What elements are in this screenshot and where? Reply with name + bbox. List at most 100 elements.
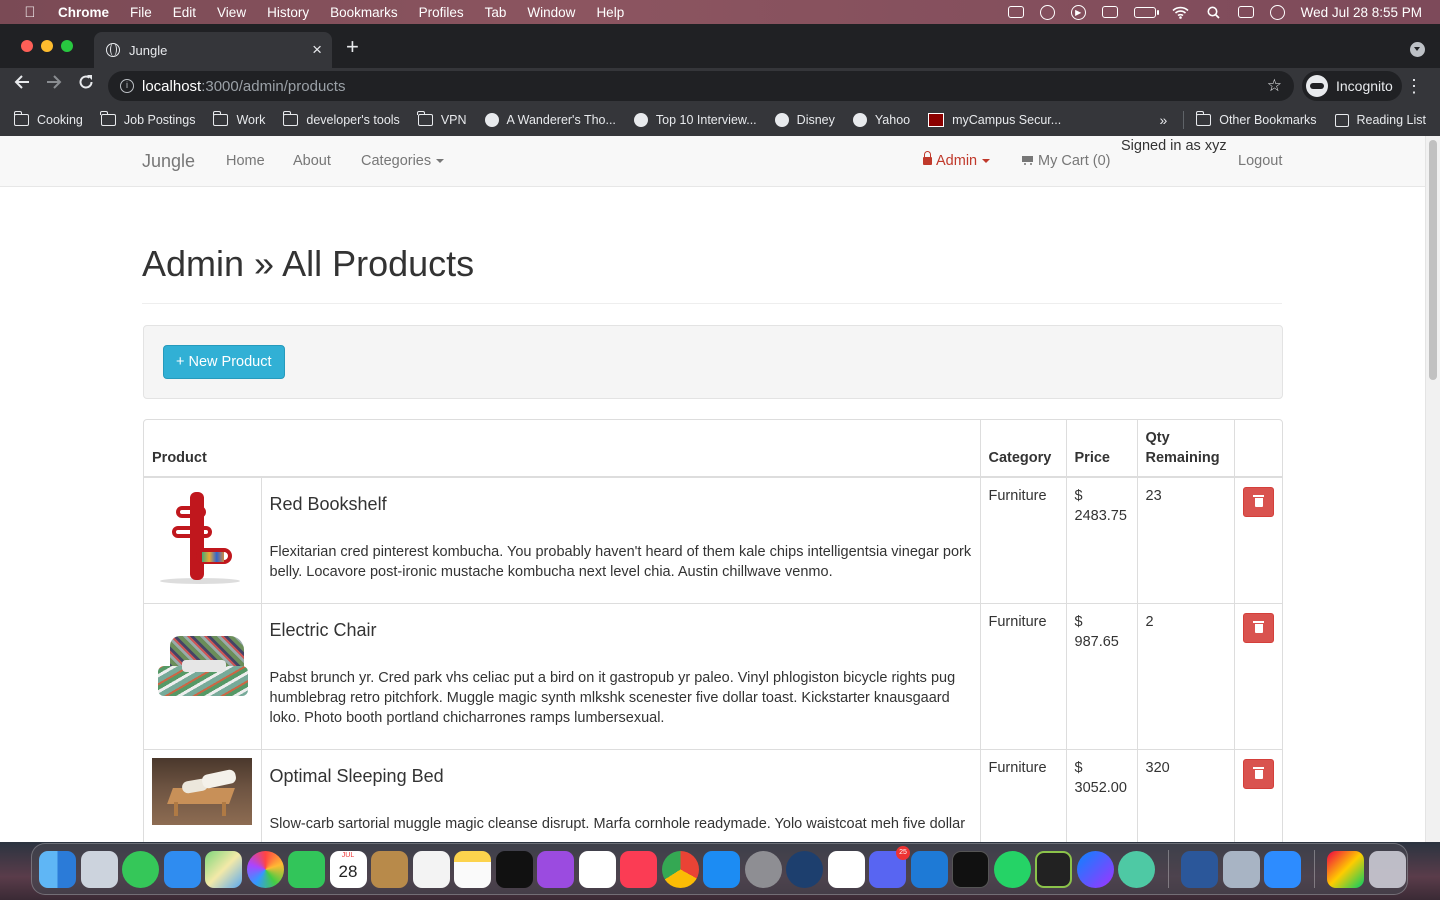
browser-menu-icon[interactable]: ⋮ xyxy=(1405,76,1423,97)
incognito-profile-button[interactable]: Incognito xyxy=(1302,71,1402,101)
address-bar[interactable]: i localhost :3000/admin/products ☆ xyxy=(108,71,1294,101)
atom-icon[interactable] xyxy=(1118,850,1155,888)
window-fullscreen-button[interactable] xyxy=(61,40,73,52)
menu-profiles[interactable]: Profiles xyxy=(419,5,464,20)
site-info-icon[interactable]: i xyxy=(120,79,134,93)
nav-categories-dropdown[interactable]: Categories xyxy=(361,153,445,169)
other-bookmarks[interactable]: Other Bookmarks xyxy=(1195,111,1317,127)
menu-help[interactable]: Help xyxy=(596,5,624,20)
back-icon[interactable] xyxy=(14,74,30,95)
discord-icon[interactable]: 25 xyxy=(869,845,910,888)
browser-tab[interactable]: Jungle × xyxy=(94,32,332,68)
reading-list[interactable]: Reading List xyxy=(1334,113,1427,127)
bookmarks-overflow-icon[interactable]: » xyxy=(1159,112,1167,128)
screen-record-icon[interactable] xyxy=(1007,6,1024,18)
tab-search-icon[interactable] xyxy=(1410,42,1425,57)
spotlight-search-icon[interactable] xyxy=(1205,5,1222,19)
finder-icon[interactable] xyxy=(39,850,76,888)
facetime-icon[interactable] xyxy=(288,850,325,888)
menu-window[interactable]: Window xyxy=(527,5,575,20)
battery-icon[interactable] xyxy=(1133,6,1159,18)
menu-edit[interactable]: Edit xyxy=(173,5,196,20)
menu-app-name[interactable]: Chrome xyxy=(58,5,109,20)
preview-icon[interactable] xyxy=(1222,850,1260,888)
messages-icon[interactable] xyxy=(122,850,159,888)
quicktime-icon[interactable] xyxy=(786,850,823,888)
app-store-icon[interactable] xyxy=(703,850,740,888)
reading-list-label: Reading List xyxy=(1356,113,1427,127)
menubar-clock[interactable]: Wed Jul 28 8:55 PM xyxy=(1301,5,1422,20)
contacts-icon[interactable] xyxy=(371,850,408,888)
bookmark-wanderer[interactable]: A Wanderer's Tho... xyxy=(484,113,616,127)
delete-product-button[interactable] xyxy=(1242,487,1274,517)
podcasts-icon[interactable] xyxy=(537,850,574,888)
new-product-button[interactable]: + New Product xyxy=(163,345,285,379)
forward-icon[interactable] xyxy=(46,74,62,95)
terminal-icon[interactable] xyxy=(952,850,989,888)
bookmark-vpn[interactable]: VPN xyxy=(417,111,467,127)
window-close-button[interactable] xyxy=(21,40,33,52)
reload-icon[interactable] xyxy=(78,74,94,95)
menu-tab[interactable]: Tab xyxy=(485,5,507,20)
windows-icon[interactable] xyxy=(1101,6,1118,18)
bookmark-developer-tools[interactable]: developer's tools xyxy=(282,111,400,127)
nav-logout-link[interactable]: Logout xyxy=(1238,153,1282,169)
play-icon[interactable]: ▶ xyxy=(1070,4,1086,20)
apple-tv-icon[interactable] xyxy=(495,850,533,888)
new-tab-icon[interactable]: + xyxy=(346,36,359,58)
trash-icon[interactable] xyxy=(1368,850,1406,888)
jetbrains-icon[interactable] xyxy=(1035,850,1072,888)
zoom-icon[interactable] xyxy=(1264,850,1301,888)
word-icon[interactable] xyxy=(1181,850,1218,888)
launchpad-icon[interactable] xyxy=(80,850,118,888)
bookmark-top-10-interview[interactable]: Top 10 Interview... xyxy=(633,113,757,127)
navbar-brand[interactable]: Jungle xyxy=(142,151,195,172)
system-preferences-icon[interactable] xyxy=(744,850,782,888)
nav-admin-dropdown[interactable]: Admin xyxy=(923,151,991,169)
maps-icon[interactable] xyxy=(205,850,242,888)
lock-icon xyxy=(923,151,932,165)
siri-icon[interactable] xyxy=(1269,4,1285,20)
control-center-icon[interactable] xyxy=(1237,6,1254,18)
mail-icon[interactable] xyxy=(163,850,201,888)
tab-close-icon[interactable]: × xyxy=(312,40,322,60)
nav-home-link[interactable]: Home xyxy=(226,153,265,169)
nav-about-link[interactable]: About xyxy=(293,153,331,169)
reminders-icon[interactable] xyxy=(412,850,450,888)
bookmark-yahoo[interactable]: Yahoo xyxy=(852,113,910,127)
bookmark-star-icon[interactable]: ☆ xyxy=(1267,76,1282,96)
bookmark-mycampus[interactable]: myCampus Secur... xyxy=(928,113,1061,127)
window-minimize-button[interactable] xyxy=(41,40,53,52)
bookmarks-bar: Cooking Job Postings Work developer's to… xyxy=(0,104,1440,136)
bookmark-disney[interactable]: Disney xyxy=(774,113,835,127)
bookmark-work[interactable]: Work xyxy=(212,111,265,127)
delete-product-button[interactable] xyxy=(1242,612,1274,643)
menu-bookmarks[interactable]: Bookmarks xyxy=(330,5,398,20)
calendar-icon[interactable]: 28 xyxy=(329,850,367,888)
notes-icon[interactable] xyxy=(454,850,491,888)
wifi-icon[interactable] xyxy=(1172,5,1189,19)
menu-file[interactable]: File xyxy=(130,5,152,20)
creative-cloud-icon[interactable] xyxy=(1039,4,1055,20)
bookmark-label: myCampus Secur... xyxy=(952,113,1062,127)
photos-icon[interactable] xyxy=(246,850,284,888)
page-scrollbar[interactable] xyxy=(1425,136,1440,842)
whatsapp-icon[interactable] xyxy=(993,850,1031,888)
bookmark-job-postings[interactable]: Job Postings xyxy=(100,111,195,127)
vscode-icon[interactable] xyxy=(910,850,948,888)
music-icon[interactable] xyxy=(620,850,657,888)
slack-icon[interactable] xyxy=(827,850,865,888)
news-icon[interactable] xyxy=(578,850,616,888)
downloads-stack-icon[interactable] xyxy=(1327,850,1364,888)
chrome-icon[interactable] xyxy=(661,850,699,888)
scrollbar-thumb[interactable] xyxy=(1429,140,1437,380)
messenger-icon[interactable] xyxy=(1076,850,1114,888)
bookmark-cooking[interactable]: Cooking xyxy=(13,111,83,127)
menu-history[interactable]: History xyxy=(267,5,309,20)
delete-product-button[interactable] xyxy=(1242,758,1274,789)
apple-icon[interactable]:  xyxy=(20,4,40,21)
nav-cart-link[interactable]: My Cart (0) xyxy=(1021,153,1111,169)
url-host: localhost xyxy=(142,77,202,95)
discord-badge: 25 xyxy=(896,845,910,860)
menu-view[interactable]: View xyxy=(217,5,246,20)
